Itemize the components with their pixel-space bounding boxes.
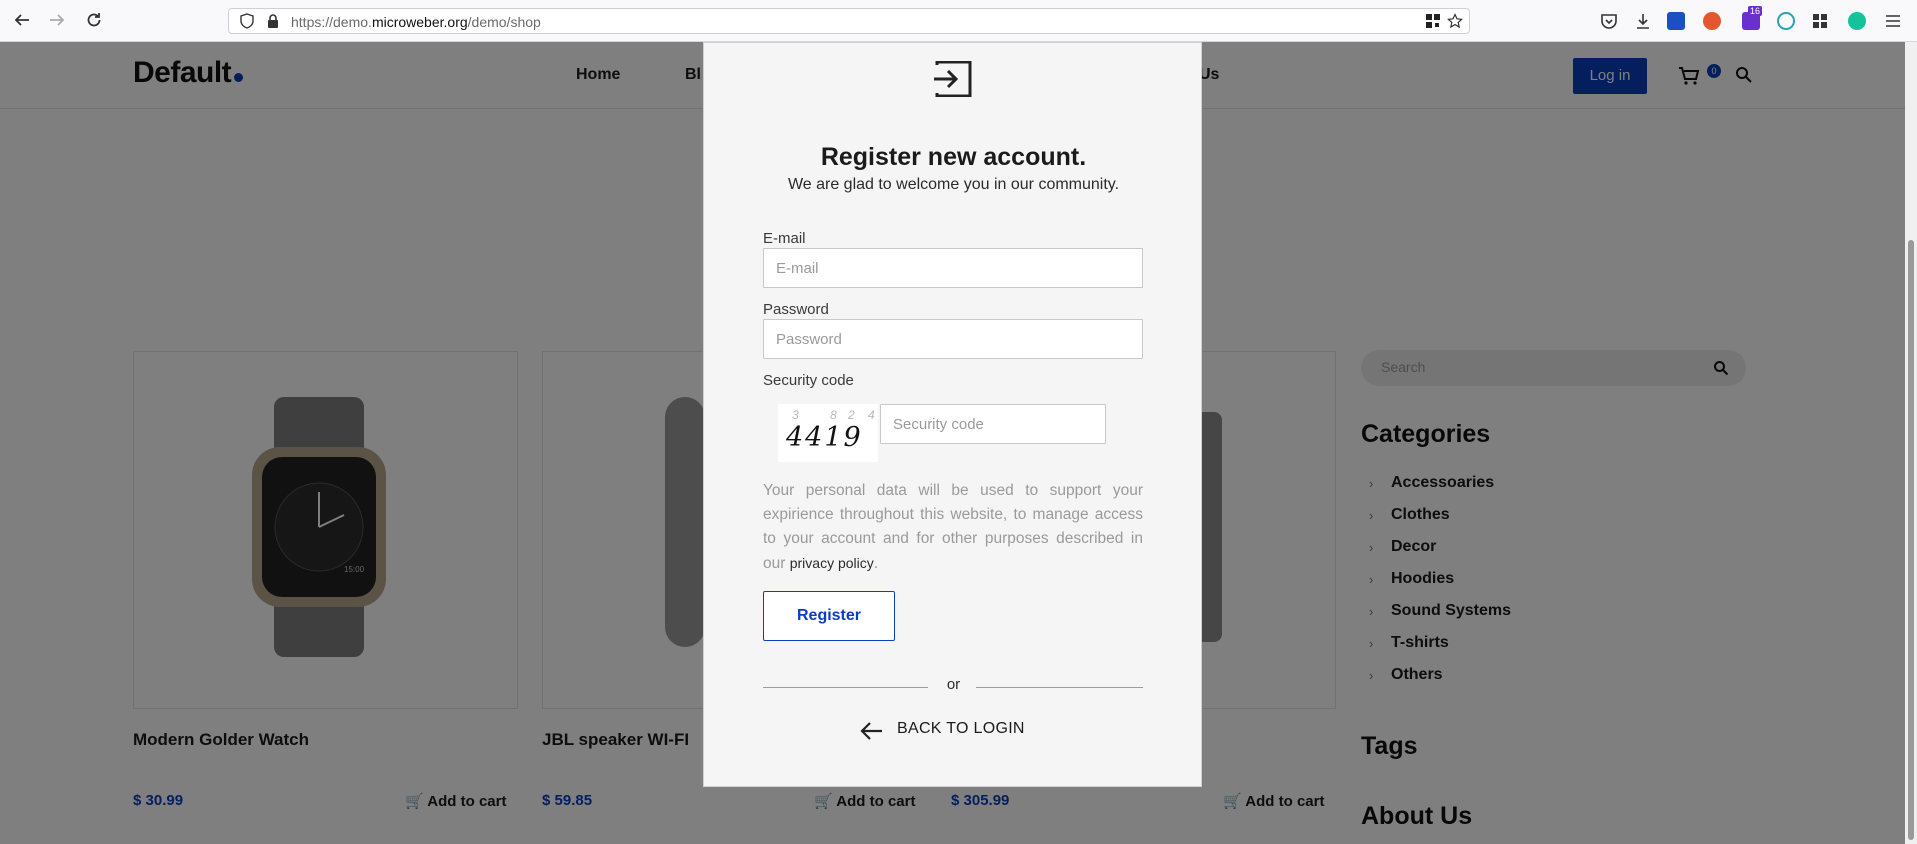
email-label: E-mail: [763, 230, 806, 247]
or-separator: or: [946, 676, 961, 693]
reload-icon[interactable]: [84, 11, 104, 31]
password-label: Password: [763, 301, 829, 318]
react-devtools-icon[interactable]: [1777, 12, 1795, 30]
captcha-text: 4419: [786, 422, 863, 453]
extensions-grid-icon[interactable]: [1811, 12, 1829, 30]
email-field[interactable]: [763, 248, 1143, 288]
extension-badge: 16: [1748, 6, 1763, 16]
forward-arrow-icon[interactable]: [47, 11, 67, 31]
page-scrollbar[interactable]: [1905, 42, 1917, 844]
qr-code-icon[interactable]: [1425, 13, 1441, 29]
grammarly-icon[interactable]: [1848, 12, 1866, 30]
bookmark-star-icon[interactable]: [1447, 13, 1463, 29]
browser-toolbar: https://demo.microweber.org/demo/shop 16: [0, 0, 1917, 42]
url-text[interactable]: https://demo.microweber.org/demo/shop: [291, 14, 541, 30]
hamburger-menu-icon[interactable]: [1884, 12, 1902, 30]
extension-ball-icon[interactable]: [1703, 12, 1721, 30]
modal-title: Register new account.: [820, 143, 1087, 171]
divider: [976, 687, 1143, 688]
address-bar[interactable]: https://demo.microweber.org/demo/shop: [228, 8, 1470, 34]
lock-icon[interactable]: [265, 13, 281, 29]
password-field[interactable]: [763, 319, 1143, 359]
sign-in-icon: [934, 61, 972, 97]
arrow-left-icon: [860, 722, 882, 740]
extension-icon[interactable]: [1667, 12, 1685, 30]
shield-icon[interactable]: [239, 13, 255, 29]
privacy-policy-link[interactable]: privacy policy: [790, 555, 874, 571]
captcha-image[interactable]: 3 8 2 4 4419: [778, 404, 878, 462]
security-code-field[interactable]: [880, 404, 1106, 444]
security-code-label: Security code: [763, 372, 854, 389]
download-icon[interactable]: [1634, 12, 1652, 30]
register-modal: Register new account. We are glad to wel…: [703, 42, 1202, 787]
register-button[interactable]: Register: [763, 591, 895, 641]
privacy-notice: Your personal data will be used to suppo…: [763, 482, 1143, 572]
modal-subtitle: We are glad to welcome you in our commun…: [787, 176, 1120, 193]
scrollbar-thumb[interactable]: [1908, 240, 1914, 840]
pocket-icon[interactable]: [1600, 12, 1618, 30]
back-arrow-icon[interactable]: [12, 11, 32, 31]
